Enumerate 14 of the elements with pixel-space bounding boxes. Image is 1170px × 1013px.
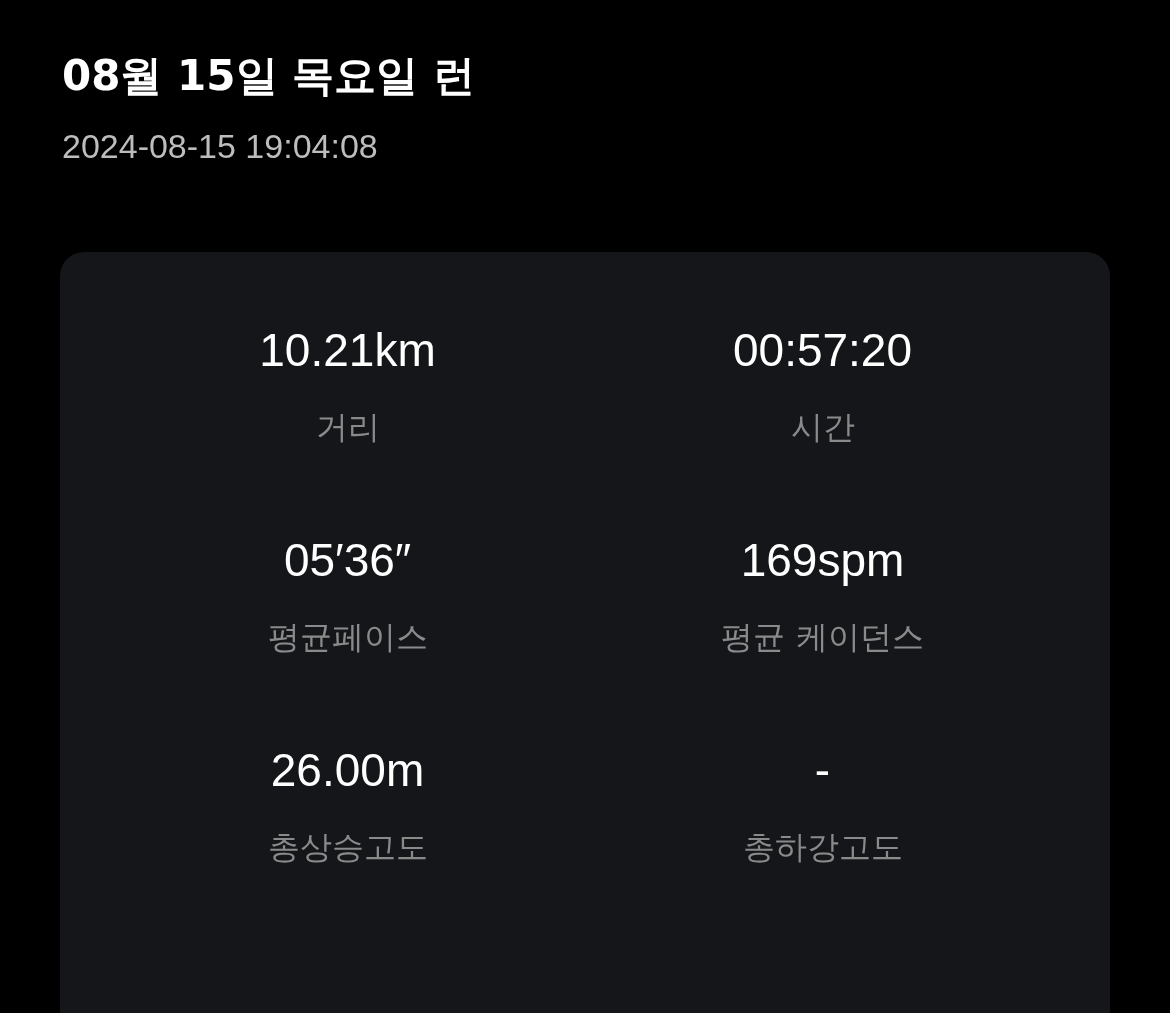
stat-label: 총상승고도: [267, 827, 428, 868]
stat-label: 시간: [790, 407, 855, 448]
stat-label: 거리: [315, 407, 380, 448]
activity-datetime: 2024-08-15 19:04:08: [62, 126, 379, 167]
stat-value: 00:57:20: [732, 323, 913, 378]
stat-label: 평균페이스: [267, 617, 428, 658]
stat-value: -: [814, 743, 831, 798]
stat-value: 26.00m: [270, 743, 425, 798]
stat-value: 10.21km: [259, 323, 436, 378]
stat-label: 평균 케이던스: [721, 617, 924, 658]
stat-value: 169spm: [740, 533, 905, 588]
activity-title: 08월 15일 목요일 런: [62, 50, 476, 102]
stat-value: 05′36″: [283, 533, 412, 588]
stat-label: 총하강고도: [742, 827, 903, 868]
